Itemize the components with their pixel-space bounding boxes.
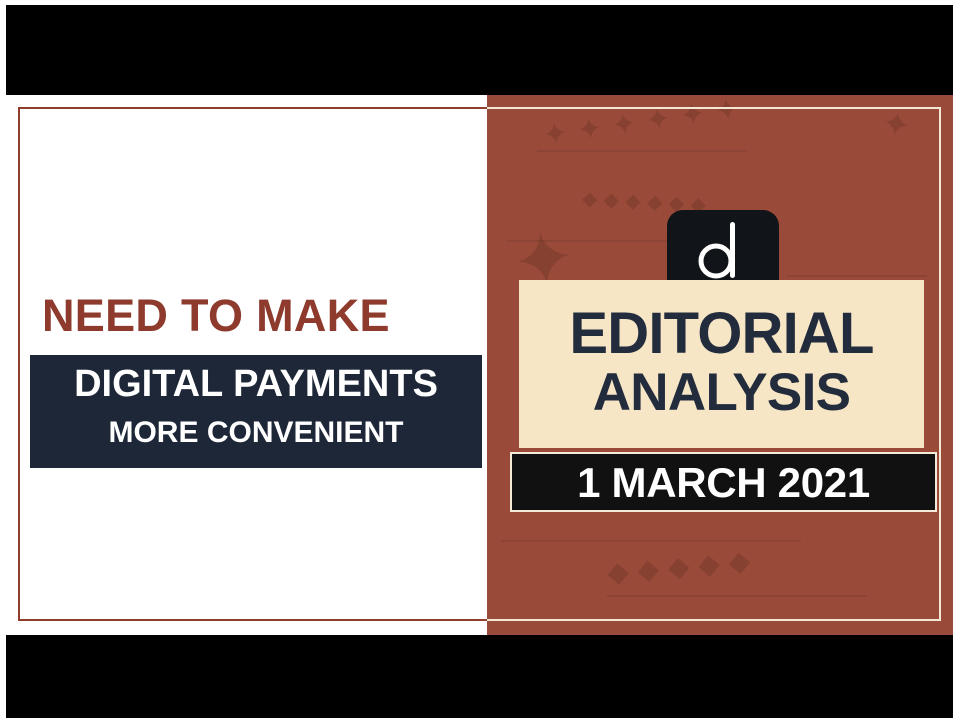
left-banner-line1: DIGITAL PAYMENTS: [74, 363, 438, 405]
editorial-card: EDITORIAL ANALYSIS: [519, 280, 924, 448]
video-thumbnail[interactable]: NEED TO MAKE DIGITAL PAYMENTS MORE CONVE…: [6, 95, 953, 635]
right-panel: ✦ ✦ ✦ ✦ ✦ ✦ ✦ ◆ ◆ ◆ ◆ ◆ ◆ ✦ ✦ ◆ ◆ ◆ ◆ ◆ …: [487, 95, 953, 635]
left-panel: NEED TO MAKE DIGITAL PAYMENTS MORE CONVE…: [6, 95, 492, 635]
analysis-title: ANALYSIS: [592, 363, 851, 422]
d-logo-icon: [698, 222, 735, 279]
date-badge: 1 MARCH 2021: [510, 452, 937, 512]
left-banner-line2: MORE CONVENIENT: [108, 416, 404, 449]
date-label: 1 MARCH 2021: [577, 459, 870, 506]
left-headline: NEED TO MAKE: [42, 290, 390, 341]
left-banner: DIGITAL PAYMENTS MORE CONVENIENT: [30, 355, 482, 468]
editorial-title: EDITORIAL: [569, 301, 874, 366]
